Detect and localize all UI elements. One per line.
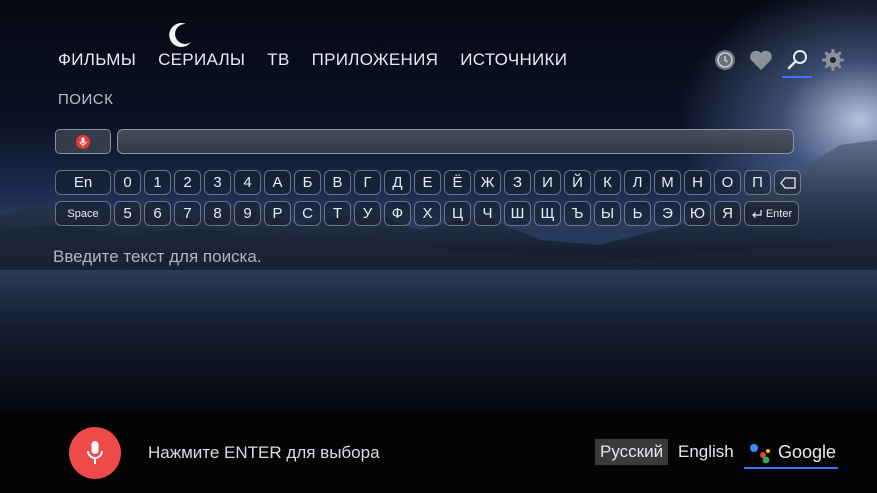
key[interactable]: 6: [144, 201, 171, 226]
key[interactable]: Н: [684, 170, 711, 195]
key[interactable]: Е: [414, 170, 441, 195]
key[interactable]: 8: [204, 201, 231, 226]
key[interactable]: У: [354, 201, 381, 226]
key[interactable]: 9: [234, 201, 261, 226]
key[interactable]: 4: [234, 170, 261, 195]
key[interactable]: Х: [414, 201, 441, 226]
nav-item-apps[interactable]: ПРИЛОЖЕНИЯ: [312, 50, 439, 70]
key[interactable]: М: [654, 170, 681, 195]
key[interactable]: Р: [264, 201, 291, 226]
google-assistant-icon: [750, 444, 770, 464]
moon-icon: [169, 23, 191, 48]
search-hint: Введите текст для поиска.: [53, 247, 262, 266]
key[interactable]: Ё: [444, 170, 471, 195]
key[interactable]: В: [324, 170, 351, 195]
key[interactable]: Ы: [594, 201, 621, 226]
key[interactable]: П: [744, 170, 771, 195]
key[interactable]: Г: [354, 170, 381, 195]
key[interactable]: 3: [204, 170, 231, 195]
key[interactable]: 7: [174, 201, 201, 226]
key-space[interactable]: Space: [55, 201, 111, 226]
favorites-heart-icon[interactable]: [748, 46, 774, 74]
key[interactable]: 1: [144, 170, 171, 195]
key[interactable]: Я: [714, 201, 741, 226]
backspace-icon: [779, 176, 796, 189]
key[interactable]: З: [504, 170, 531, 195]
key-enter-label: Enter: [765, 207, 793, 220]
microphone-icon: [87, 441, 103, 464]
key[interactable]: 0: [114, 170, 141, 195]
key[interactable]: Ж: [474, 170, 501, 195]
language-russian[interactable]: Русский: [595, 439, 669, 465]
key[interactable]: Ъ: [564, 201, 591, 226]
key-backspace[interactable]: [774, 170, 801, 195]
nav-item-series[interactable]: СЕРИАЛЫ: [158, 50, 245, 70]
gear-icon[interactable]: [820, 46, 846, 74]
key[interactable]: Ю: [684, 201, 711, 226]
language-english[interactable]: English: [673, 439, 739, 465]
key-language-toggle[interactable]: En: [55, 170, 111, 195]
key[interactable]: Б: [294, 170, 321, 195]
key[interactable]: Т: [324, 201, 351, 226]
key[interactable]: Д: [384, 170, 411, 195]
microphone-icon: [76, 134, 90, 149]
key[interactable]: Щ: [534, 201, 561, 226]
key[interactable]: 2: [174, 170, 201, 195]
key[interactable]: Ф: [384, 201, 411, 226]
google-label: Google: [778, 441, 837, 462]
enter-icon: [751, 209, 762, 218]
search-input[interactable]: [117, 129, 794, 154]
history-icon[interactable]: [712, 46, 738, 74]
key[interactable]: Ц: [444, 201, 471, 226]
key[interactable]: С: [294, 201, 321, 226]
nav-item-tv[interactable]: ТВ: [267, 50, 289, 70]
key[interactable]: И: [534, 170, 561, 195]
main-nav: ФИЛЬМЫ СЕРИАЛЫ ТВ ПРИЛОЖЕНИЯ ИСТОЧНИКИ: [58, 50, 589, 70]
google-assistant-button[interactable]: Google: [744, 437, 838, 469]
voice-search-button[interactable]: [55, 129, 111, 154]
keyboard-row-2: Space 5 6 7 8 9 Р С Т У Ф Х Ц Ч Ш Щ Ъ Ы …: [55, 201, 799, 226]
key[interactable]: О: [714, 170, 741, 195]
top-icons: [712, 46, 846, 78]
key[interactable]: Ш: [504, 201, 531, 226]
search-icon[interactable]: [782, 46, 812, 78]
key[interactable]: К: [594, 170, 621, 195]
key-enter[interactable]: Enter: [744, 201, 799, 226]
enter-hint: Нажмите ENTER для выбора: [148, 443, 380, 462]
key[interactable]: Й: [564, 170, 591, 195]
voice-input-button[interactable]: [69, 427, 121, 479]
key[interactable]: Л: [624, 170, 651, 195]
key[interactable]: Ч: [474, 201, 501, 226]
key[interactable]: А: [264, 170, 291, 195]
page-title: ПОИСК: [58, 91, 114, 108]
key[interactable]: 5: [114, 201, 141, 226]
key[interactable]: Ь: [624, 201, 651, 226]
keyboard-row-1: En 0 1 2 3 4 А Б В Г Д Е Ё Ж З И Й К Л М…: [55, 170, 801, 195]
key[interactable]: Э: [654, 201, 681, 226]
nav-item-movies[interactable]: ФИЛЬМЫ: [58, 50, 136, 70]
nav-item-sources[interactable]: ИСТОЧНИКИ: [460, 50, 567, 70]
